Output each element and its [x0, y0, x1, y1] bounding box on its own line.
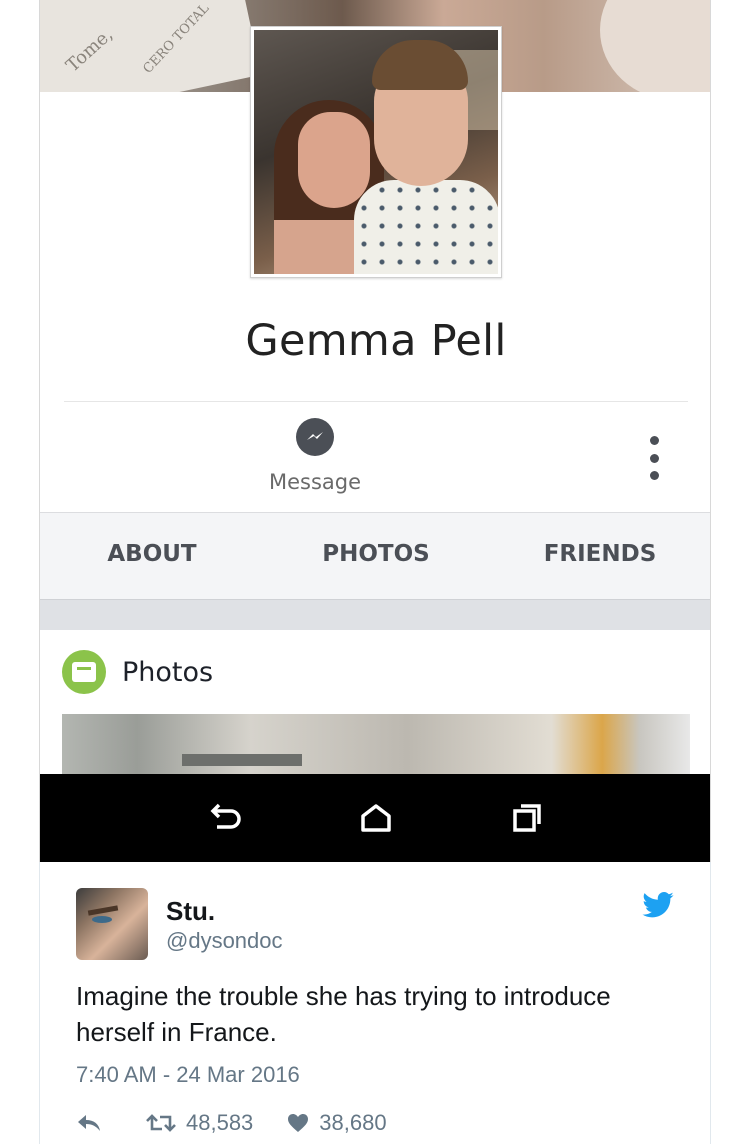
photo-beam — [182, 754, 302, 766]
divider — [64, 401, 688, 402]
more-vertical-icon[interactable] — [644, 436, 664, 480]
cover-paper: Tome, CERO TOTAL — [40, 0, 262, 92]
message-button[interactable]: Message — [255, 414, 375, 500]
cover-handwriting: Tome, — [62, 24, 118, 77]
facebook-profile-screenshot: Tome, CERO TOTAL Gemma Pell Message ABOU… — [39, 0, 711, 862]
back-icon[interactable] — [205, 798, 245, 838]
photos-icon — [62, 650, 106, 694]
photos-header[interactable]: Photos — [62, 650, 213, 694]
profile-tabs: ABOUT PHOTOS FRIENDS — [40, 512, 710, 600]
reply-button[interactable] — [76, 1113, 102, 1133]
profile-name: Gemma Pell — [245, 316, 507, 366]
retweet-icon — [146, 1114, 176, 1132]
cover-print: CERO TOTAL — [140, 1, 213, 77]
home-icon[interactable] — [356, 798, 396, 838]
dot — [649, 436, 659, 445]
tab-about[interactable]: ABOUT — [40, 513, 264, 599]
tab-photos[interactable]: PHOTOS — [264, 513, 488, 599]
dot — [649, 471, 659, 480]
profile-picture[interactable] — [250, 26, 502, 278]
dot — [649, 453, 659, 463]
tweet-handle[interactable]: @dysondoc — [166, 928, 283, 954]
avatar[interactable] — [76, 888, 148, 960]
section-gap — [40, 600, 710, 630]
retweet-count: 48,583 — [186, 1110, 254, 1135]
like-button[interactable]: 38,680 — [287, 1110, 387, 1136]
message-label: Message — [268, 470, 362, 494]
tab-friends[interactable]: FRIENDS — [488, 513, 710, 599]
avatar-eye — [92, 916, 112, 923]
photos-icon-frame — [72, 662, 96, 682]
photo-person-left-face — [298, 112, 370, 208]
photo-thumbnail[interactable] — [62, 714, 690, 774]
android-nav-bar — [40, 774, 710, 862]
photo-person-right-shirt — [354, 180, 498, 274]
tweet-text: Imagine the trouble she has trying to in… — [76, 981, 611, 1047]
avatar-brow — [87, 905, 119, 916]
tweet-timestamp[interactable]: 7:40 AM - 24 Mar 2016 — [76, 1062, 300, 1088]
retweet-button[interactable]: 48,583 — [146, 1110, 253, 1136]
like-icon — [288, 1114, 309, 1132]
profile-photo — [254, 30, 498, 274]
photos-title: Photos — [122, 656, 214, 688]
messenger-icon — [296, 418, 334, 456]
tweet-display-name[interactable]: Stu. — [166, 896, 215, 927]
like-count: 38,680 — [319, 1110, 387, 1135]
reply-icon — [78, 1115, 100, 1131]
recents-icon[interactable] — [507, 798, 547, 838]
twitter-bird-icon[interactable] — [642, 892, 674, 918]
tweet-card: Stu. @dysondoc Imagine the trouble she h… — [39, 862, 711, 1144]
cover-paw — [600, 0, 710, 92]
tweet-actions: 48,583 38,680 — [76, 1110, 421, 1136]
photo-person-right-hair — [372, 40, 468, 90]
